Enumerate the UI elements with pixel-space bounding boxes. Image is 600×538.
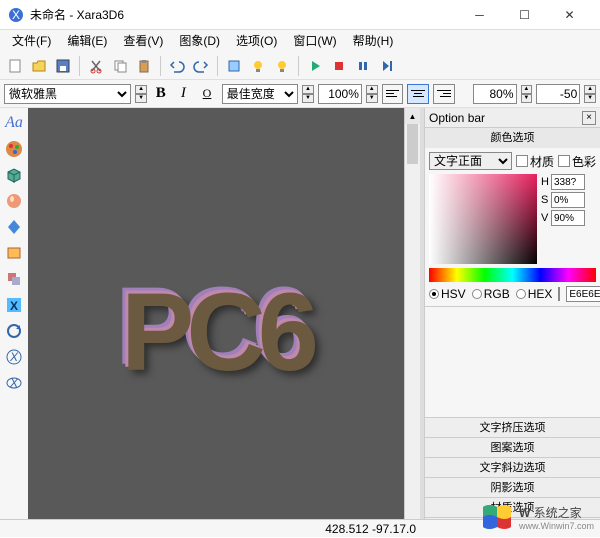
maximize-button[interactable]: ☐ [502, 0, 547, 30]
colorize-checkbox[interactable]: 色彩 [558, 153, 596, 170]
svg-text:X: X [10, 299, 18, 313]
svg-text:X: X [9, 376, 19, 390]
v-label: V [541, 212, 549, 224]
lightbulb-icon[interactable] [247, 55, 269, 77]
align-left-button[interactable] [382, 84, 404, 104]
s-input[interactable] [551, 192, 585, 208]
menu-image[interactable]: 图象(D) [171, 31, 228, 51]
paste-button[interactable] [133, 55, 155, 77]
menu-options[interactable]: 选项(O) [228, 31, 285, 51]
v-input[interactable] [551, 210, 585, 226]
sidebar-close-button[interactable]: × [582, 111, 596, 125]
material-checkbox[interactable]: 材质 [516, 153, 554, 170]
play-button[interactable] [304, 55, 326, 77]
zoom-spinner[interactable]: ▲▼ [366, 85, 378, 103]
menu-help[interactable]: 帮助(H) [345, 31, 402, 51]
pct2-input[interactable] [536, 84, 580, 104]
menu-window[interactable]: 窗口(W) [285, 31, 344, 51]
left-toolbar: Aa X X X [0, 108, 28, 537]
x2-tool[interactable]: X [3, 346, 25, 368]
svg-text:X: X [12, 8, 20, 22]
align-right-button[interactable] [433, 84, 455, 104]
menu-file[interactable]: 文件(F) [4, 31, 59, 51]
scroll-up-icon[interactable]: ▲ [405, 108, 420, 124]
new-button[interactable] [4, 55, 26, 77]
width-select[interactable]: 最佳宽度 [222, 84, 298, 104]
zoom-input[interactable] [318, 84, 362, 104]
minimize-button[interactable]: ─ [457, 0, 502, 30]
diamond-tool[interactable] [3, 216, 25, 238]
canvas-vscroll[interactable]: ▲ ▼ [404, 108, 420, 537]
acc-extrude[interactable]: 文字挤压选项 [425, 417, 600, 437]
acc-bevel[interactable]: 文字斜边选项 [425, 457, 600, 477]
x3-tool[interactable]: X [3, 372, 25, 394]
tool-a[interactable] [223, 55, 245, 77]
sidebar-title: Option bar [429, 111, 485, 125]
main-area: Aa X X X PC6 ▲ ▼ Option bar × 颜色选项 文字正面 [0, 108, 600, 537]
color-swatch[interactable] [558, 287, 560, 301]
sphere-tool[interactable] [3, 190, 25, 212]
x-tool[interactable]: X [3, 294, 25, 316]
cube-tool[interactable] [3, 164, 25, 186]
undo-button[interactable] [166, 55, 188, 77]
stop-button[interactable] [328, 55, 350, 77]
status-bar: 428.512 -97.17.0 [0, 519, 600, 537]
bold-button[interactable]: B [151, 83, 171, 105]
width-spinner[interactable]: ▲▼ [302, 85, 314, 103]
mode-rgb-radio[interactable]: RGB [472, 287, 510, 301]
font-spinner[interactable]: ▲▼ [135, 85, 147, 103]
save-button[interactable] [52, 55, 74, 77]
close-button[interactable]: ✕ [547, 0, 592, 30]
next-button[interactable] [376, 55, 398, 77]
palette-tool[interactable] [3, 138, 25, 160]
mode-hsv-radio[interactable]: HSV [429, 287, 466, 301]
canvas-3d-text: PC6 [121, 269, 311, 396]
pct2-spinner[interactable]: ▲▼ [584, 85, 596, 103]
redo-button[interactable] [190, 55, 212, 77]
format-bar: 微软雅黑 ▲▼ B I O 最佳宽度 ▲▼ ▲▼ ▲▼ ▲▼ [0, 80, 600, 108]
main-toolbar [0, 52, 600, 80]
text-tool[interactable]: Aa [3, 112, 25, 134]
align-center-button[interactable] [407, 84, 429, 104]
mode-hex-radio[interactable]: HEX [516, 287, 553, 301]
cut-button[interactable] [85, 55, 107, 77]
window-title: 未命名 - Xara3D6 [30, 6, 457, 23]
copy-button[interactable] [109, 55, 131, 77]
hex-input[interactable] [566, 286, 600, 302]
svg-text:X: X [9, 350, 19, 364]
acc-pattern[interactable]: 图案选项 [425, 437, 600, 457]
menu-bar: 文件(F) 编辑(E) 查看(V) 图象(D) 选项(O) 窗口(W) 帮助(H… [0, 30, 600, 52]
color-section-header[interactable]: 颜色选项 [425, 128, 600, 148]
title-bar: X 未命名 - Xara3D6 ─ ☐ ✕ [0, 0, 600, 30]
open-button[interactable] [28, 55, 50, 77]
rotate-tool[interactable] [3, 320, 25, 342]
canvas[interactable]: PC6 [28, 108, 404, 537]
color-target-select[interactable]: 文字正面 [429, 152, 512, 170]
hue-slider[interactable] [429, 268, 596, 282]
bulb2-icon[interactable] [271, 55, 293, 77]
pct1-spinner[interactable]: ▲▼ [521, 85, 533, 103]
app-icon: X [8, 7, 24, 23]
color-picker-area[interactable] [429, 174, 537, 264]
pause-button[interactable] [352, 55, 374, 77]
h-label: H [541, 176, 549, 188]
menu-view[interactable]: 查看(V) [115, 31, 171, 51]
scroll-thumb[interactable] [407, 124, 418, 164]
font-select[interactable]: 微软雅黑 [4, 84, 131, 104]
pct1-input[interactable] [473, 84, 517, 104]
extrude-tool[interactable] [3, 268, 25, 290]
option-sidebar: Option bar × 颜色选项 文字正面 材质 色彩 H S V [424, 108, 600, 537]
sidebar-header: Option bar × [425, 108, 600, 128]
h-input[interactable] [551, 174, 585, 190]
acc-material[interactable]: 材质选项 [425, 497, 600, 517]
italic-button[interactable]: I [175, 83, 193, 105]
menu-edit[interactable]: 编辑(E) [59, 31, 115, 51]
s-label: S [541, 194, 549, 206]
underline-button[interactable]: O [196, 83, 218, 105]
panel-tool[interactable] [3, 242, 25, 264]
acc-shadow[interactable]: 阴影选项 [425, 477, 600, 497]
status-coords: 428.512 -97.17.0 [325, 522, 416, 536]
